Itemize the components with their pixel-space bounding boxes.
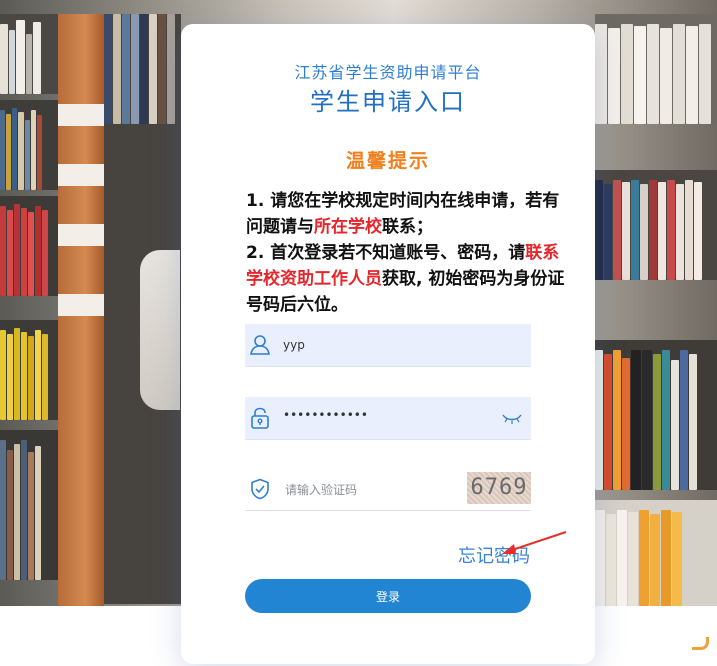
bookshelf-left-top — [0, 14, 58, 94]
person-silhouette — [140, 250, 180, 410]
bookshelf-left-row5 — [0, 430, 58, 580]
eye-closed-icon[interactable] — [501, 411, 523, 425]
password-value: •••••••••••• — [283, 408, 368, 422]
notice-item-1-tail: 联系； — [382, 217, 433, 237]
platform-title: 江苏省学生资助申请平台 — [294, 63, 482, 82]
username-value: yyp — [283, 338, 305, 352]
wooden-pillar — [58, 14, 104, 606]
lock-icon — [249, 407, 271, 429]
bookshelf-right-row3 — [595, 340, 717, 490]
user-icon — [249, 334, 271, 356]
captcha-image[interactable]: 6769 — [467, 472, 531, 504]
login-button[interactable]: 登录 — [245, 579, 531, 613]
shield-check-icon — [249, 478, 271, 500]
bookshelf-left-row4 — [0, 320, 58, 420]
notice-item-2-text: 2. 首次登录若不知道账号、密码，请 — [246, 243, 526, 263]
notice-item-1-highlight: 所在学校 — [314, 217, 382, 237]
captcha-field[interactable]: 6769 — [245, 468, 531, 511]
entry-title: 学生申请入口 — [310, 88, 466, 116]
bookshelf-right-row2 — [595, 170, 717, 280]
username-field[interactable]: yyp — [245, 324, 531, 367]
captcha-input[interactable] — [283, 478, 437, 502]
notice-item-1: 1. 请您在学校规定时间内在线申请，若有问题请与所在学校联系； — [246, 188, 576, 240]
password-field[interactable]: •••••••••••• — [245, 397, 531, 440]
notice-text: 1. 请您在学校规定时间内在线申请，若有问题请与所在学校联系； 2. 首次登录若… — [246, 188, 576, 318]
notice-title: 温馨提示 — [345, 150, 430, 172]
bookshelf-right-row4 — [595, 500, 717, 606]
annotation-arrow-icon — [500, 528, 570, 558]
login-card: 江苏省学生资助申请平台 学生申请入口 温馨提示 1. 请您在学校规定时间内在线申… — [181, 24, 595, 664]
bookshelf-left-row2 — [0, 100, 58, 190]
bookshelf-right-top — [595, 14, 717, 124]
notice-item-2: 2. 首次登录若不知道账号、密码，请联系学校资助工作人员获取, 初始密码为身份证… — [246, 240, 576, 318]
bookshelf-left-row3 — [0, 196, 58, 296]
